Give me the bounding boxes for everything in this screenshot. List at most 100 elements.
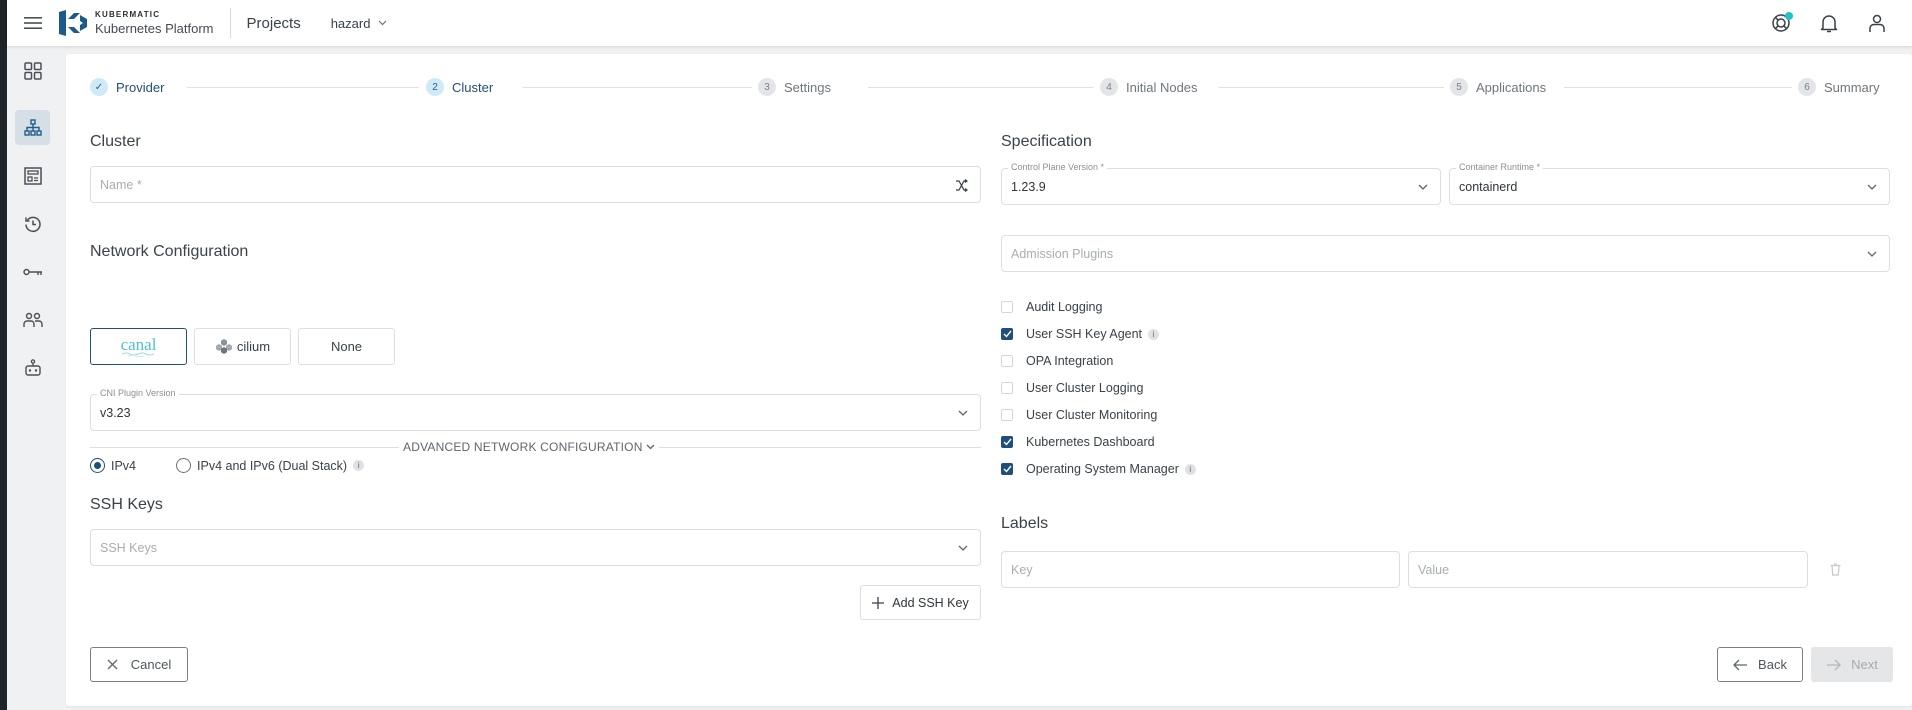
labels-section-title: Labels — [1001, 515, 1049, 532]
control-plane-version-label: Control Plane Version * — [1008, 162, 1108, 172]
step-number: 5 — [1450, 78, 1468, 96]
admission-plugins-placeholder: Admission Plugins — [1011, 246, 1114, 261]
ip-family-group: IPv4 IPv4 and IPv6 (Dual Stack) i — [90, 458, 365, 473]
label-value-field[interactable] — [1408, 551, 1808, 588]
operating-system-manager-checkbox[interactable] — [1001, 463, 1013, 475]
feature-label: User Cluster Logging — [1026, 381, 1144, 395]
specification-section-title: Specification — [1001, 133, 1092, 150]
shuffle-icon[interactable] — [955, 179, 968, 192]
checkmark-icon — [1003, 330, 1012, 338]
info-icon[interactable]: i — [1184, 463, 1196, 475]
sidebar-item-cluster-templates[interactable] — [15, 158, 50, 193]
help-button[interactable] — [1770, 12, 1793, 34]
advanced-network-toggle[interactable]: ADVANCED NETWORK CONFIGURATION — [399, 440, 659, 454]
feature-label: Audit Logging — [1026, 300, 1103, 314]
cni-version-label: CNI Plugin Version — [97, 388, 179, 398]
close-icon — [107, 659, 118, 670]
info-icon[interactable]: i — [1148, 328, 1160, 340]
grid-icon — [23, 61, 42, 80]
label-key-input[interactable] — [1002, 552, 1399, 587]
user-cluster-monitoring-checkbox[interactable] — [1001, 409, 1013, 421]
logo-product: Kubernetes Platform — [95, 21, 214, 36]
radio-ipv4[interactable] — [90, 458, 105, 473]
chevron-down-icon — [379, 20, 387, 26]
info-icon[interactable]: i — [353, 460, 365, 471]
cancel-button[interactable]: Cancel — [90, 647, 188, 682]
logo-brand: KUBERMATIC — [95, 10, 161, 19]
sidebar-item-clusters[interactable] — [15, 110, 50, 145]
step-label: Applications — [1476, 79, 1547, 95]
add-ssh-key-label: Add SSH Key — [892, 595, 969, 610]
key-icon — [22, 268, 42, 275]
project-selected: hazard — [330, 15, 371, 31]
step-initial-nodes[interactable]: 4 Initial Nodes — [1100, 78, 1198, 96]
control-plane-version-value: 1.23.9 — [1011, 179, 1046, 194]
arrow-left-icon — [1733, 659, 1748, 670]
container-runtime-label: Container Runtime * — [1456, 162, 1544, 172]
chevron-down-icon — [1418, 184, 1428, 190]
feature-label: Kubernetes Dashboard — [1026, 435, 1155, 449]
bell-icon — [1820, 15, 1838, 33]
step-connector — [187, 87, 419, 88]
none-label: None — [330, 339, 363, 354]
feature-user-cluster-monitoring: User Cluster Monitoring — [1001, 408, 1157, 422]
audit-logging-checkbox[interactable] — [1001, 301, 1013, 313]
step-cluster[interactable]: 2 Cluster — [426, 78, 493, 96]
radio-dual-stack[interactable] — [176, 458, 192, 473]
user-cluster-logging-checkbox[interactable] — [1001, 382, 1013, 394]
container-runtime-value: containerd — [1459, 179, 1518, 194]
logo[interactable]: KUBERMATIC Kubernetes Platform — [59, 10, 214, 36]
cni-option-cilium[interactable]: cilium — [194, 328, 291, 365]
step-check-icon: ✓ — [90, 78, 108, 96]
members-icon — [22, 312, 43, 327]
account-button[interactable] — [1866, 12, 1888, 34]
cluster-name-field[interactable] — [90, 166, 981, 203]
cni-version-select[interactable]: CNI Plugin Version v3.23 — [90, 388, 981, 431]
feature-operating-system-manager: Operating System Manager i — [1001, 462, 1196, 476]
cilium-logo-icon — [215, 338, 232, 354]
menu-button[interactable] — [7, 0, 59, 46]
label-value-input[interactable] — [1409, 552, 1807, 587]
project-selector[interactable]: hazard — [331, 16, 388, 31]
sidebar-item-ssh-keys[interactable] — [15, 254, 50, 289]
cilium-label: cilium — [236, 339, 271, 354]
next-button[interactable]: Next — [1811, 647, 1893, 682]
sidebar-item-backups[interactable] — [15, 206, 50, 241]
feature-label: User Cluster Monitoring — [1026, 408, 1158, 422]
cni-option-canal[interactable]: canal — [90, 328, 187, 365]
step-settings[interactable]: 3 Settings — [758, 78, 831, 96]
step-applications[interactable]: 5 Applications — [1450, 78, 1546, 96]
back-button[interactable]: Back — [1717, 647, 1803, 682]
label-key-field[interactable] — [1001, 551, 1400, 588]
sidebar-item-members[interactable] — [15, 302, 50, 337]
chevron-down-icon — [958, 545, 968, 551]
delete-label-trash-icon[interactable] — [1830, 563, 1841, 576]
step-connector — [1564, 87, 1792, 88]
checkmark-icon — [1003, 465, 1012, 473]
add-ssh-key-button[interactable]: Add SSH Key — [860, 585, 981, 620]
step-provider[interactable]: ✓ Provider — [90, 78, 164, 96]
sidebar-item-dashboard[interactable] — [15, 53, 50, 88]
kubernetes-dashboard-checkbox[interactable] — [1001, 436, 1013, 448]
opa-integration-checkbox[interactable] — [1001, 355, 1013, 367]
user-icon — [1869, 14, 1885, 32]
user-ssh-key-agent-checkbox[interactable] — [1001, 328, 1013, 340]
container-runtime-select[interactable]: Container Runtime * containerd — [1449, 162, 1890, 205]
admission-plugins-select[interactable]: Admission Plugins — [1001, 235, 1890, 272]
feature-label: OPA Integration — [1026, 354, 1114, 368]
cni-option-none[interactable]: None — [298, 328, 395, 365]
step-number: 4 — [1100, 78, 1118, 96]
next-label: Next — [1851, 657, 1878, 672]
arrow-right-icon — [1827, 659, 1842, 670]
cluster-name-input[interactable] — [91, 167, 980, 202]
feature-audit-logging: Audit Logging — [1001, 300, 1102, 314]
control-plane-version-select[interactable]: Control Plane Version * 1.23.9 — [1001, 162, 1441, 205]
sidebar — [7, 46, 65, 710]
feature-kubernetes-dashboard: Kubernetes Dashboard — [1001, 435, 1155, 449]
step-summary[interactable]: 6 Summary — [1798, 78, 1880, 96]
projects-link[interactable]: Projects — [247, 15, 301, 32]
notifications-button[interactable] — [1818, 12, 1840, 34]
ssh-keys-select[interactable]: SSH Keys — [90, 529, 981, 566]
plus-icon — [872, 596, 885, 609]
sidebar-item-service-accounts[interactable] — [15, 350, 50, 385]
